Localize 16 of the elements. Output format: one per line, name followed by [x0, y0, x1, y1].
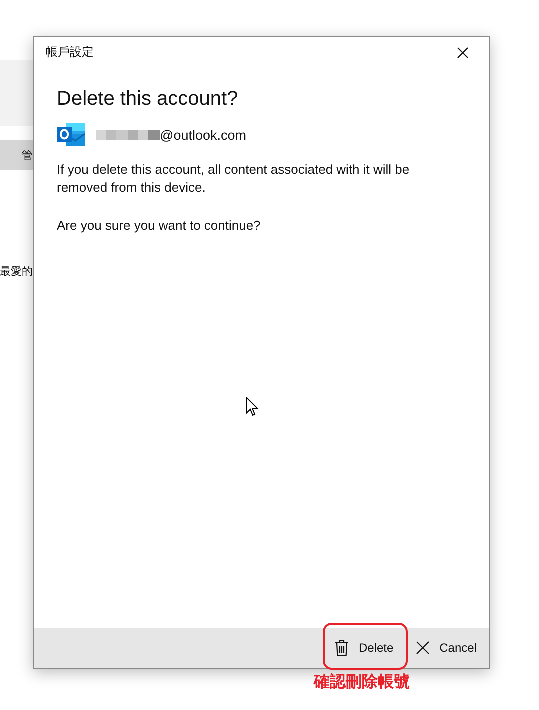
account-email: @outlook.com — [160, 128, 246, 142]
trash-icon — [334, 640, 349, 656]
background-text: 最愛的 — [0, 265, 33, 279]
background-text: 管 — [22, 148, 33, 162]
window-title: 帳戶設定 — [46, 44, 94, 61]
close-icon[interactable] — [457, 46, 469, 58]
cancel-button[interactable]: Cancel — [412, 635, 481, 661]
warning-message: If you delete this account, all content associated with it will be removed from this device. — [57, 161, 411, 197]
annotation-text: 確認刪除帳號 — [314, 672, 410, 693]
mail-logo-icon — [57, 123, 86, 147]
dialog-heading: Delete this account? — [57, 88, 240, 111]
confirm-question: Are you sure you want to continue? — [57, 217, 262, 235]
redacted-blur-icon — [96, 130, 160, 140]
cursor-icon — [246, 397, 259, 417]
close-icon — [416, 641, 430, 655]
delete-button[interactable]: Delete — [330, 634, 398, 662]
